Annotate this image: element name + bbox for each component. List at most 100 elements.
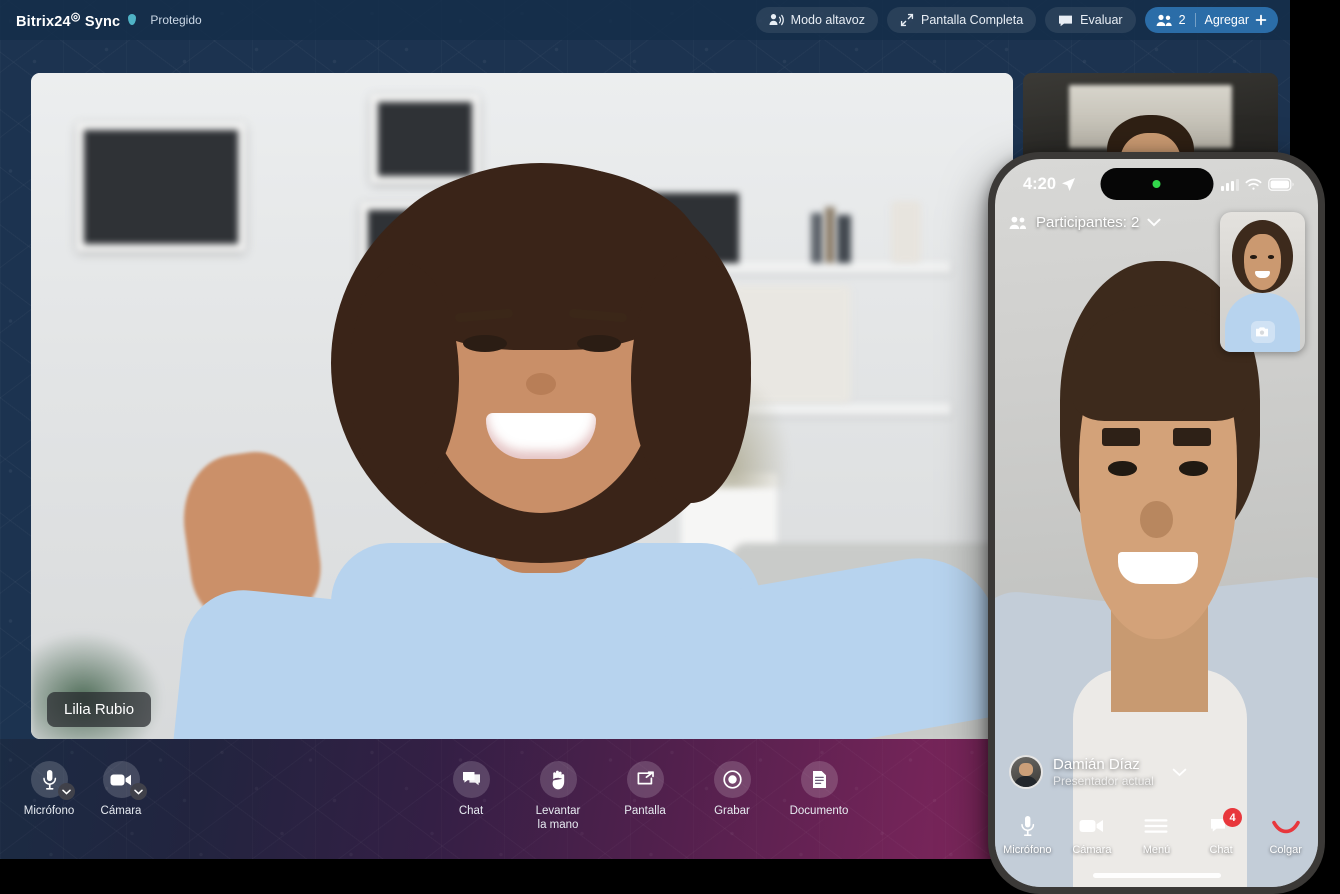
- speaker-person-icon: [769, 13, 784, 27]
- main-video-tile[interactable]: Lilia Rubio: [31, 73, 1013, 739]
- screen-share-button[interactable]: [627, 761, 664, 798]
- camera-control[interactable]: Cámara: [90, 761, 152, 818]
- protected-label: Protegido: [150, 13, 201, 27]
- camera-flip-icon: [1255, 326, 1270, 338]
- phone-participants-toggle[interactable]: Participantes: 2: [1009, 214, 1161, 231]
- camera-icon: [1079, 813, 1104, 839]
- chat-control[interactable]: Chat: [440, 761, 502, 832]
- hamburger-menu-icon: [1144, 813, 1168, 839]
- fullscreen-button[interactable]: Pantalla Completa: [887, 7, 1036, 33]
- phone-camera-control[interactable]: Cámara: [1063, 813, 1121, 856]
- raise-hand-label: Levantar la mano: [536, 804, 581, 832]
- microphone-icon: [1020, 813, 1035, 839]
- speaker-mode-label: Modo altavoz: [791, 13, 865, 27]
- microphone-label: Micrófono: [24, 804, 75, 818]
- presenter-name: Damián Díaz: [1053, 756, 1154, 773]
- shield-icon: [128, 14, 136, 25]
- phone-overlay: 4:20: [988, 152, 1325, 894]
- camera-options-caret[interactable]: [130, 783, 147, 800]
- camera-label: Cámara: [101, 804, 142, 818]
- microphone-options-caret[interactable]: [58, 783, 75, 800]
- record-icon: [723, 770, 742, 789]
- raise-hand-button[interactable]: [540, 761, 577, 798]
- brand-name: Bitrix24◎ Sync: [16, 10, 120, 30]
- participant-count: 2: [1179, 13, 1186, 27]
- nose: [526, 373, 556, 395]
- document-button[interactable]: [801, 761, 838, 798]
- camera-flip-button[interactable]: [1251, 321, 1275, 343]
- add-participants-button[interactable]: 2 Agregar: [1145, 7, 1278, 33]
- battery-icon: [1268, 178, 1294, 191]
- screen-share-label: Pantalla: [624, 804, 666, 818]
- raise-hand-control[interactable]: Levantar la mano: [527, 761, 589, 832]
- evaluate-button[interactable]: Evaluar: [1045, 7, 1135, 33]
- dynamic-island: [1100, 168, 1213, 200]
- phone-body: 4:20: [988, 152, 1325, 894]
- eyebrow-right: [1173, 428, 1212, 445]
- chat-icon: [462, 771, 481, 788]
- document-label: Documento: [790, 804, 849, 818]
- presenter-subtitle: Presentador actual: [1053, 774, 1154, 788]
- hair-right: [631, 253, 751, 503]
- record-button[interactable]: [714, 761, 751, 798]
- phone-chat-control[interactable]: 4 Chat: [1192, 813, 1250, 856]
- screen-share-control[interactable]: Pantalla: [614, 761, 676, 832]
- meeting-actions: Chat Levantar la mano Pantalla: [440, 761, 850, 832]
- record-control[interactable]: Grabar: [701, 761, 763, 832]
- record-label: Grabar: [714, 804, 750, 818]
- phone-status-bar: 4:20: [995, 159, 1318, 209]
- avatar-face: [1019, 763, 1032, 776]
- eye-right: [577, 335, 621, 352]
- phone-chat-label: Chat: [1209, 844, 1232, 856]
- phone-participants-label: Participantes: 2: [1036, 214, 1139, 231]
- phone-menu-control[interactable]: Menú: [1127, 813, 1185, 856]
- microphone-button[interactable]: [31, 761, 68, 798]
- comment-icon: [1058, 14, 1073, 27]
- wifi-icon: [1245, 178, 1262, 191]
- document-control[interactable]: Documento: [788, 761, 850, 832]
- phone-microphone-label: Micrófono: [1003, 844, 1051, 856]
- phone-presenter-row[interactable]: Damián Díaz Presentador actual: [1009, 755, 1187, 789]
- camera-button[interactable]: [103, 761, 140, 798]
- self-eye: [1250, 255, 1257, 259]
- phone-self-view[interactable]: [1220, 212, 1305, 352]
- nose: [1140, 501, 1172, 537]
- chevron-down-icon: [1147, 218, 1161, 227]
- cellular-signal-icon: [1221, 179, 1239, 191]
- divider: [1195, 13, 1196, 27]
- participant-video-lilia: [31, 73, 1013, 739]
- screen-share-icon: [636, 771, 655, 788]
- camera-icon: [110, 773, 132, 787]
- phone-clock: 4:20: [1023, 175, 1076, 194]
- phone-microphone-control[interactable]: Micrófono: [998, 813, 1056, 856]
- phone-hangup-control[interactable]: Colgar: [1257, 813, 1315, 856]
- avatar-body: [1014, 776, 1038, 787]
- phone-status-icons: [1221, 178, 1294, 191]
- eyebrow-left: [1102, 428, 1141, 445]
- fullscreen-icon: [900, 13, 914, 27]
- plus-icon: [1255, 14, 1267, 26]
- eye-left: [463, 335, 507, 352]
- fullscreen-label: Pantalla Completa: [921, 13, 1023, 27]
- eye-right: [1179, 461, 1208, 476]
- chevron-down-icon[interactable]: [1172, 768, 1187, 777]
- eye-left: [1108, 461, 1137, 476]
- raise-hand-icon: [550, 770, 567, 790]
- app-header: Bitrix24◎ Sync Protegido Modo altavoz Pa…: [0, 0, 1290, 40]
- presenter-info: Damián Díaz Presentador actual: [1053, 756, 1154, 788]
- avatar: [1009, 755, 1043, 789]
- location-arrow-icon: [1061, 177, 1076, 192]
- phone-camera-label: Cámara: [1072, 844, 1111, 856]
- smile: [1118, 552, 1199, 584]
- home-indicator[interactable]: [1093, 873, 1221, 878]
- speaker-mode-button[interactable]: Modo altavoz: [756, 7, 878, 33]
- device-controls: Micrófono Cámara: [18, 761, 152, 818]
- clock-time: 4:20: [1023, 175, 1056, 194]
- brand: Bitrix24◎ Sync Protegido: [16, 10, 202, 30]
- phone-menu-label: Menú: [1143, 844, 1171, 856]
- participant-name-badge: Lilia Rubio: [47, 692, 151, 727]
- microphone-control[interactable]: Micrófono: [18, 761, 80, 818]
- hang-up-icon: [1272, 813, 1300, 839]
- chat-label: Chat: [459, 804, 483, 818]
- chat-button[interactable]: [453, 761, 490, 798]
